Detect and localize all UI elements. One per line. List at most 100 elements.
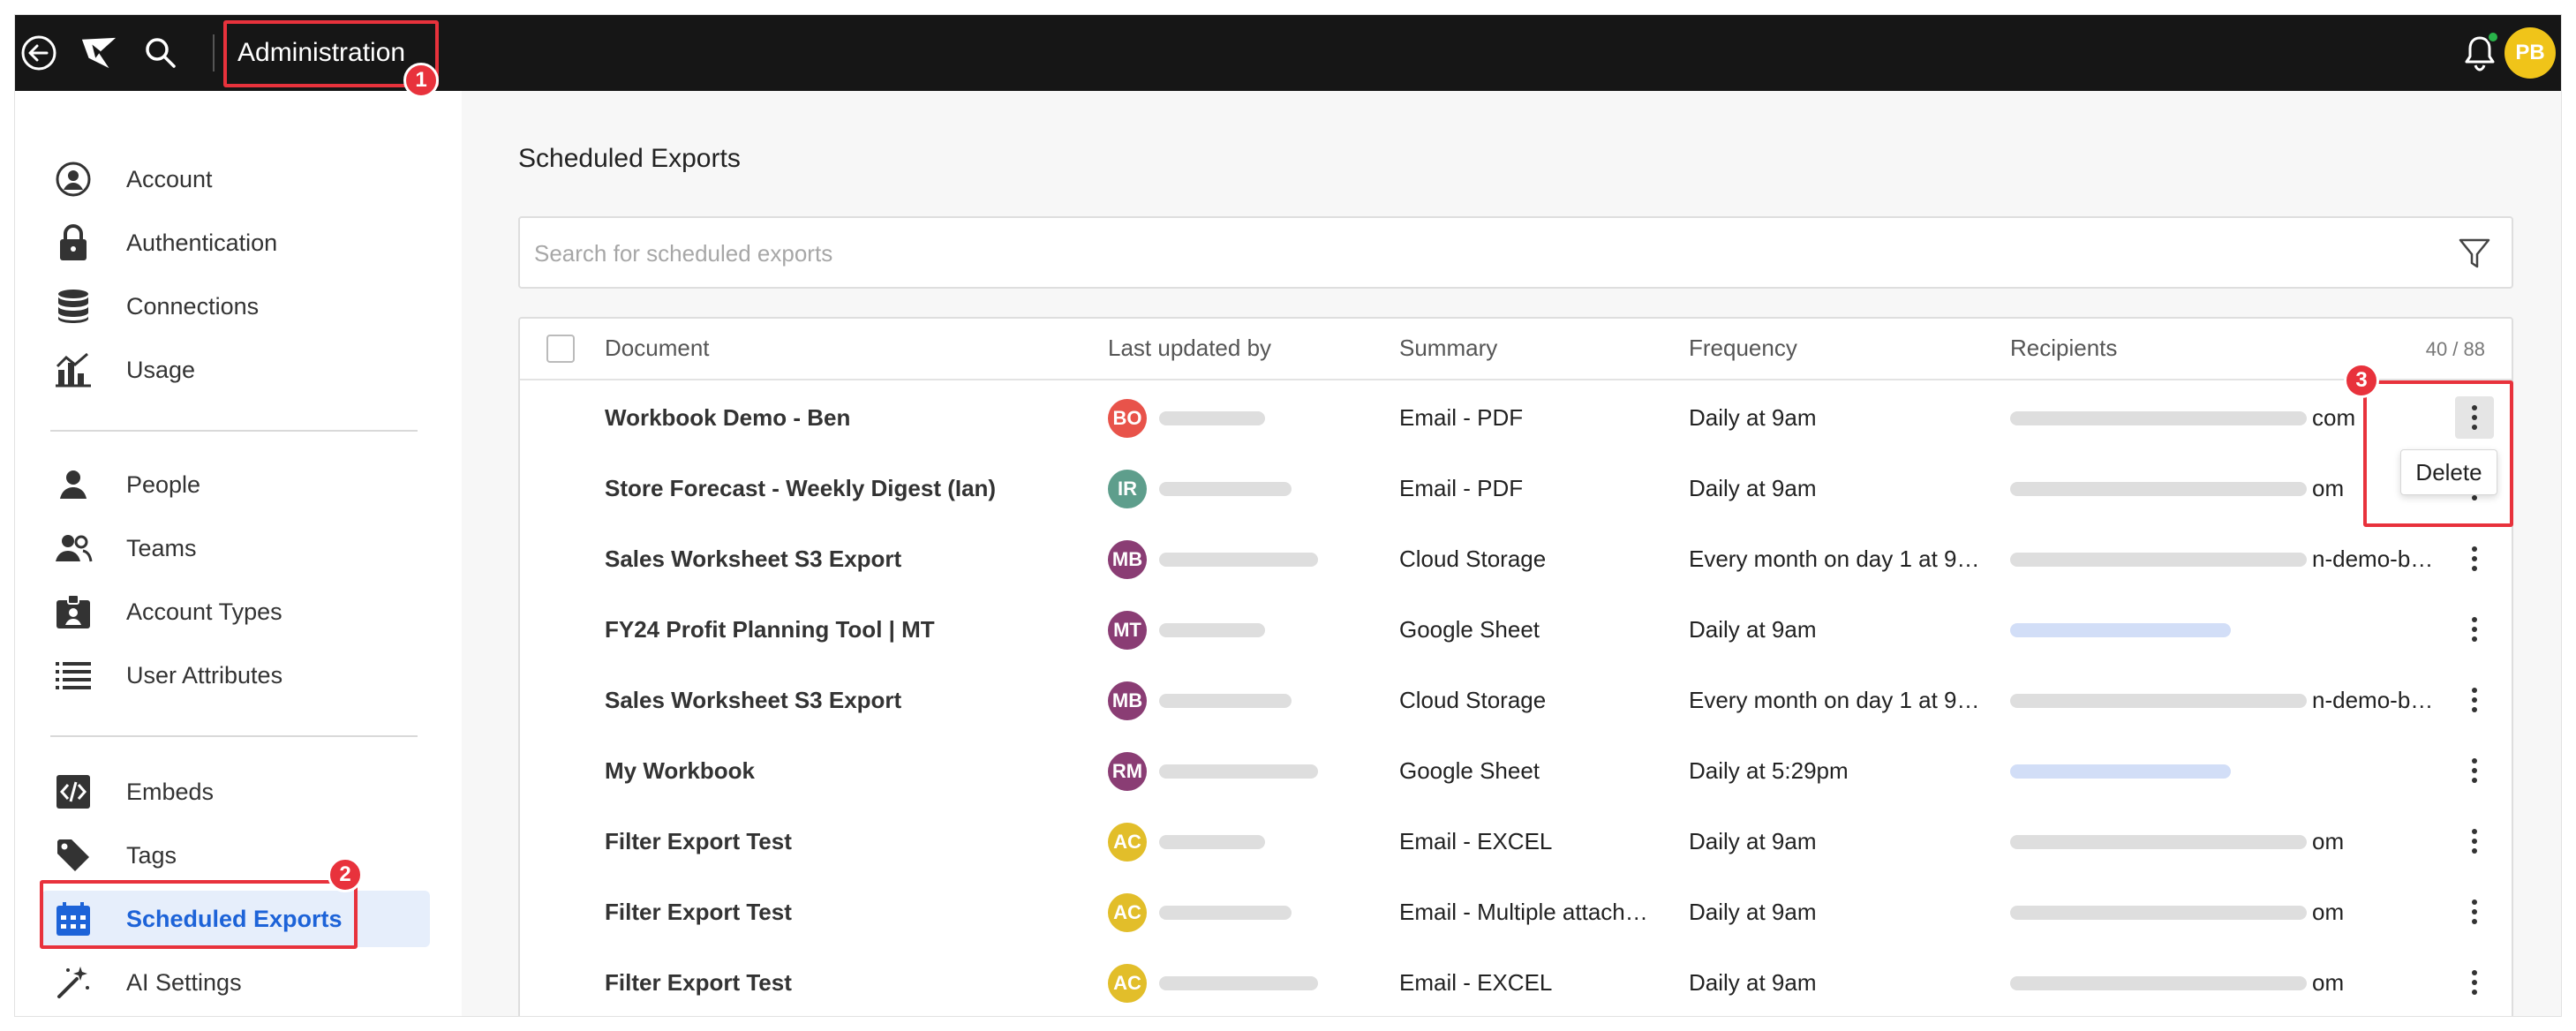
exports-table: Document Last updated by Summary Frequen…: [518, 317, 2513, 1016]
sidebar-item-label: Account: [126, 165, 213, 192]
column-header-document[interactable]: Document: [605, 335, 710, 362]
callout-badge-1: 1: [403, 63, 439, 98]
more-options-icon[interactable]: [2455, 820, 2494, 862]
sidebar-item-embeds[interactable]: Embeds: [41, 764, 430, 820]
column-header-recipients[interactable]: Recipients: [2010, 335, 2117, 362]
redacted-recipient: [2010, 553, 2307, 567]
callout-badge-2: 2: [328, 857, 363, 892]
redacted-recipient: [2010, 482, 2307, 496]
column-header-last-updated-by[interactable]: Last updated by: [1108, 335, 1271, 362]
column-header-summary[interactable]: Summary: [1399, 335, 1497, 362]
user-avatar: MB: [1108, 681, 1147, 720]
document-name[interactable]: Store Forecast - Weekly Digest (Ian): [605, 453, 1081, 523]
table-row[interactable]: Sales Worksheet S3 Export MB Cloud Storage…: [520, 523, 2512, 594]
redacted-user-name: [1159, 835, 1265, 849]
sidebar-item-account-types[interactable]: Account Types: [41, 583, 430, 640]
table-row[interactable]: Sales Worksheet S3 Export MB Cloud Storage…: [520, 665, 2512, 735]
sidebar-item-teams[interactable]: Teams: [41, 520, 430, 576]
callout-box-3: [2363, 380, 2513, 527]
table-row[interactable]: Store Forecast - Weekly Digest (Ian) IR Em…: [520, 453, 2512, 523]
more-options-icon[interactable]: [2455, 749, 2494, 792]
summary-cell: Email - EXCEL: [1399, 969, 1553, 996]
redacted-user-name: [1159, 553, 1318, 567]
sidebar-item-user-attributes[interactable]: User Attributes: [41, 647, 430, 704]
redacted-user-name: [1159, 411, 1265, 425]
frequency-cell: Daily at 9am: [1689, 616, 1817, 643]
frequency-cell: Daily at 5:29pm: [1689, 757, 1849, 784]
user-avatar: MT: [1108, 611, 1147, 650]
more-options-icon[interactable]: [2455, 679, 2494, 721]
redacted-user-name: [1159, 906, 1292, 920]
recipient-tail: om: [2312, 899, 2345, 925]
sidebar-item-label: Usage: [126, 356, 196, 383]
redacted-user-name: [1159, 482, 1292, 496]
user-avatar[interactable]: PB: [2504, 27, 2556, 79]
back-arrow-icon[interactable]: [20, 34, 57, 71]
column-header-frequency[interactable]: Frequency: [1689, 335, 1797, 362]
table-row[interactable]: Filter Export Test AC Email - EXCEL Daily a…: [520, 806, 2512, 877]
redacted-recipient: [2010, 976, 2307, 990]
page-title: Scheduled Exports: [518, 144, 741, 173]
document-name[interactable]: Sales Worksheet S3 Export: [605, 523, 1081, 594]
table-row[interactable]: My Workbook RM Google Sheet Daily at 5:29pm: [520, 735, 2512, 806]
redacted-recipient-link[interactable]: [2010, 764, 2231, 779]
frequency-cell: Daily at 9am: [1689, 475, 1817, 501]
sigma-logo-icon[interactable]: [80, 34, 117, 71]
sidebar-item-label: People: [126, 470, 201, 498]
document-name[interactable]: Filter Export Test: [605, 806, 1081, 877]
sidebar-item-connections[interactable]: Connections: [41, 278, 430, 335]
redacted-recipient-link[interactable]: [2010, 623, 2231, 637]
filter-icon[interactable]: [2457, 236, 2492, 271]
redacted-user-name: [1159, 976, 1318, 990]
usage-chart-icon: [52, 349, 94, 391]
more-options-icon[interactable]: [2455, 961, 2494, 1004]
user-avatar: AC: [1108, 964, 1147, 1003]
database-icon: [52, 285, 94, 327]
table-header: Document Last updated by Summary Frequen…: [520, 319, 2512, 380]
search-input[interactable]: [534, 234, 2388, 273]
recipient-tail: n-demo-bucket: [2312, 546, 2436, 572]
table-row[interactable]: Workbook Demo - Ben BO Email - PDF Daily at…: [520, 382, 2512, 453]
document-name[interactable]: Filter Export Test: [605, 947, 1081, 1016]
more-options-icon[interactable]: [2455, 608, 2494, 651]
summary-cell: Google Sheet: [1399, 616, 1540, 643]
redacted-user-name: [1159, 623, 1265, 637]
search-icon[interactable]: [142, 34, 179, 71]
summary-cell: Email - PDF: [1399, 475, 1524, 501]
callout-badge-3: 3: [2344, 363, 2379, 398]
sidebar-item-label: Embeds: [126, 778, 215, 805]
document-name[interactable]: Sales Worksheet S3 Export: [605, 665, 1081, 735]
table-row[interactable]: FY24 Profit Planning Tool | MT MT Google S…: [520, 594, 2512, 665]
app-window: Administration PB Account Authentication…: [14, 14, 2562, 1017]
sidebar-item-ai-settings[interactable]: AI Settings: [41, 954, 430, 1011]
document-name[interactable]: Workbook Demo - Ben: [605, 382, 1081, 453]
select-all-checkbox[interactable]: [546, 335, 575, 363]
user-avatar: AC: [1108, 823, 1147, 862]
redacted-recipient: [2010, 835, 2307, 849]
sidebar-item-label: AI Settings: [126, 968, 242, 996]
sidebar-item-account[interactable]: Account: [41, 151, 430, 207]
redacted-recipient: [2010, 411, 2307, 425]
summary-cell: Cloud Storage: [1399, 546, 1547, 572]
table-row[interactable]: Filter Export Test AC Email - Multiple att…: [520, 877, 2512, 947]
redacted-recipient: [2010, 906, 2307, 920]
user-avatar: AC: [1108, 893, 1147, 932]
sidebar-item-tags[interactable]: Tags: [41, 827, 430, 884]
redacted-user-name: [1159, 694, 1292, 708]
more-options-icon[interactable]: [2455, 891, 2494, 933]
summary-cell: Cloud Storage: [1399, 687, 1547, 713]
sidebar: Account Authentication Connections Usage…: [15, 91, 462, 1016]
summary-cell: Email - PDF: [1399, 404, 1524, 431]
table-row[interactable]: Filter Export Test AC Email - EXCEL Daily a…: [520, 947, 2512, 1016]
sidebar-item-label: Teams: [126, 534, 197, 561]
more-options-icon[interactable]: [2455, 538, 2494, 580]
document-name[interactable]: Filter Export Test: [605, 877, 1081, 947]
sidebar-item-people[interactable]: People: [41, 456, 430, 513]
user-avatar: IR: [1108, 470, 1147, 508]
sidebar-item-usage[interactable]: Usage: [41, 342, 430, 398]
id-badge-icon: [52, 591, 94, 633]
document-name[interactable]: FY24 Profit Planning Tool | MT: [605, 594, 1081, 665]
user-avatar: MB: [1108, 540, 1147, 579]
sidebar-item-authentication[interactable]: Authentication: [41, 214, 430, 271]
document-name[interactable]: My Workbook: [605, 735, 1081, 806]
